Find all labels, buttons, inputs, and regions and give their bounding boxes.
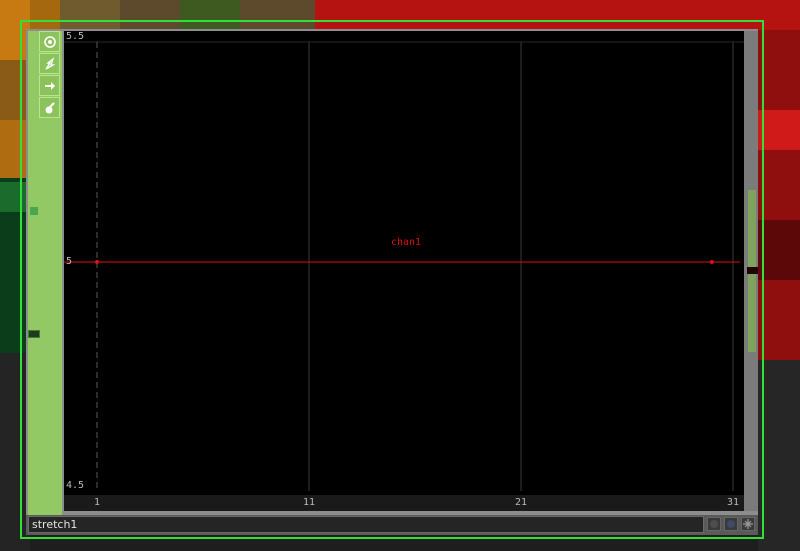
cook-flag[interactable] xyxy=(39,53,60,74)
node-name-field[interactable]: stretch1 xyxy=(28,516,704,533)
y-tick-label: 4.5 xyxy=(66,480,85,491)
info-dot-icon xyxy=(727,520,735,528)
series-label: chan1 xyxy=(391,237,421,248)
input-connector[interactable] xyxy=(30,207,38,215)
status-dot-icon xyxy=(710,520,718,528)
series-point xyxy=(709,260,714,264)
node-status-button[interactable] xyxy=(707,517,721,531)
series-point xyxy=(95,260,99,264)
x-axis-strip xyxy=(64,495,744,511)
viewer-active-icon xyxy=(43,35,56,48)
channel-plot: chan1 xyxy=(64,41,744,491)
node-info-button[interactable] xyxy=(724,517,738,531)
cook-icon xyxy=(44,56,55,70)
scrollbar-marker xyxy=(747,267,758,274)
channel-viewer[interactable]: chan1 xyxy=(64,31,744,511)
node-pin-button[interactable] xyxy=(741,517,755,531)
x-tick-label: 31 xyxy=(727,497,740,508)
viewer-active-flag[interactable] xyxy=(39,31,60,52)
display-flag[interactable] xyxy=(39,97,60,118)
x-tick-label: 21 xyxy=(515,497,528,508)
bypass-icon xyxy=(44,81,55,90)
x-tick-label: 1 xyxy=(94,497,101,508)
pin-icon xyxy=(743,519,753,529)
y-tick-label: 5.5 xyxy=(66,31,85,42)
bypass-flag[interactable] xyxy=(39,75,60,96)
output-connector[interactable] xyxy=(28,330,40,338)
y-tick-label: 5 xyxy=(66,256,73,267)
x-tick-label: 11 xyxy=(303,497,316,508)
display-icon xyxy=(45,101,55,113)
